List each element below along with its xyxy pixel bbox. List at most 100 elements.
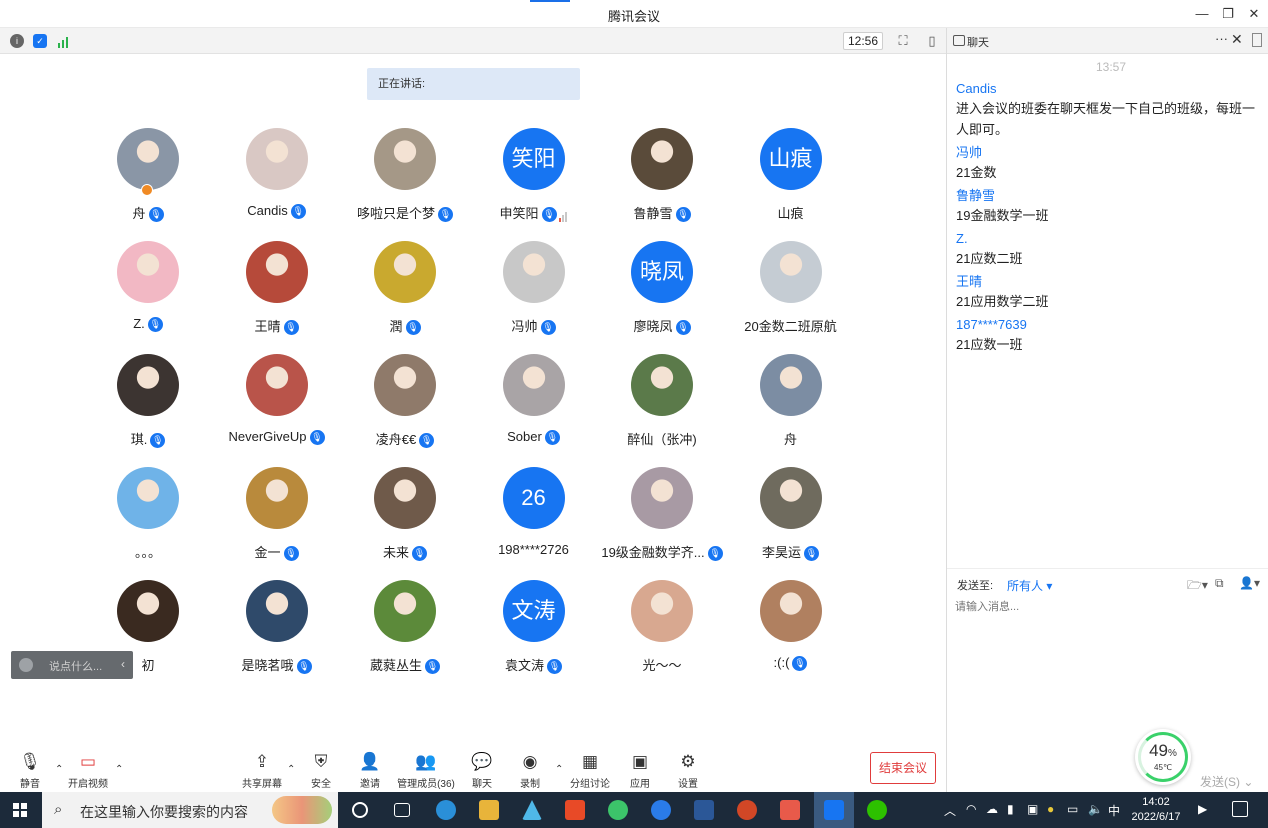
file-explorer-icon[interactable] [479,800,499,820]
participant-tile[interactable]: 26 198****2726 [470,467,598,567]
wechat-icon[interactable] [867,800,887,820]
participant-tile[interactable]: 王晴 🎙 [213,241,341,341]
participant-tile[interactable]: 。。。 [84,467,212,567]
fullscreen-icon[interactable]: ⛶ [895,33,911,49]
cortana-icon[interactable] [352,802,368,818]
participant-tile[interactable]: 未来 🎙 [341,467,469,567]
windows-start-icon[interactable] [13,803,27,817]
cloud-icon[interactable]: ☁ [986,802,998,816]
chat-sender[interactable]: 王晴 [956,273,1262,291]
tencent-meeting-icon[interactable] [824,800,844,820]
participant-tile[interactable]: Candis 🎙 [213,128,341,228]
restore-button[interactable]: ❐ [1218,4,1238,24]
chat-sender[interactable]: 鲁静雪 [956,187,1262,205]
participant-tile[interactable]: 笑阳 申笑阳 🎙 [470,128,598,228]
avatar [117,241,179,303]
chat-sender[interactable]: 187****7639 [956,316,1262,334]
participant-tile[interactable]: 舟 🎙 [84,128,212,228]
media-icon[interactable]: ▶ [1198,802,1207,816]
scissors-app-icon[interactable] [780,800,800,820]
task-view-icon[interactable] [394,803,410,817]
usb-icon[interactable]: ▮ [1007,802,1014,816]
ime-indicator[interactable]: 中 [1108,802,1120,819]
manage-members-button[interactable]: 👥 管理成员(36) [396,752,456,790]
participant-name: 舟 [783,432,797,447]
close-button[interactable]: ✕ [1244,4,1264,24]
microphone-icon: 🎙 [412,546,427,562]
participant-tile[interactable]: Z. 🎙 [84,241,212,341]
chat-sender[interactable]: Z. [956,230,1262,248]
sync-app-icon[interactable] [608,800,628,820]
chat-sender[interactable]: Candis [956,80,1262,98]
emoji-icon[interactable] [19,658,33,672]
invite-button[interactable]: 👤 邀请 [340,752,400,790]
powerpoint-icon[interactable] [737,800,757,820]
video-options-caret[interactable]: ⌃ [115,764,123,775]
folder-icon[interactable]: 🗁▾ [1187,576,1208,597]
feishu-icon[interactable] [651,800,671,820]
participant-tile[interactable]: 20金数二班原航 [727,241,855,341]
notification-icon[interactable] [1232,801,1248,817]
wifi-icon[interactable]: ◠ [966,802,976,816]
scrollbar[interactable] [1252,33,1262,47]
avatar [631,580,693,642]
mute-button[interactable]: 🎙 静音 [0,752,60,790]
participant-tile[interactable]: 光～～ [598,580,726,680]
participant-tile[interactable]: 醉仙（张冲) [598,354,726,454]
tray-expand-icon[interactable]: ︿ [944,802,956,819]
video-button[interactable]: ▭ 开启视频 [58,752,118,790]
send-to-select[interactable]: 所有人 ▾ [1007,577,1052,594]
participant-tile[interactable]: 冯帅 🎙 [470,241,598,341]
participant-name-row: :(:(🎙 [717,655,865,673]
info-icon[interactable]: i [10,34,24,48]
participant-tile[interactable]: Sober 🎙 [470,354,598,454]
shield-icon[interactable]: ✓ [33,34,47,48]
collapse-icon[interactable]: ‹ [121,657,125,671]
participant-tile[interactable]: 鲁静雪 🎙 [598,128,726,228]
battery-icon[interactable]: ▭ [1067,802,1078,816]
participant-tile[interactable]: 舟 [727,354,855,454]
participant-tile[interactable]: 19级金融数学齐... 🎙 [598,467,726,567]
participant-tile[interactable]: 是晓茗哦 🎙 [213,580,341,680]
taskbar-search[interactable]: ⌕ 在这里输入你要搜索的内容 [42,792,338,828]
user-icon[interactable]: 👤▾ [1239,576,1260,590]
participant-tile[interactable]: NeverGiveUp 🎙 [213,354,341,454]
share-screen-button[interactable]: ⇪ 共享屏幕 [232,752,292,790]
office-icon[interactable] [565,800,585,820]
quick-chat-box[interactable]: 说点什么... ‹ [11,651,133,679]
layout-icon[interactable]: ▯ [924,33,940,49]
end-meeting-button[interactable]: 结束会议 [870,752,936,784]
participant-name: 198****2726 [498,542,569,557]
participant-tile[interactable]: 哆啦只是个梦 🎙 [341,128,469,228]
record-button[interactable]: ◉ 录制 [500,752,560,790]
volume-icon[interactable]: 🔈 [1088,802,1103,816]
participant-tile[interactable]: 凌舟€€ 🎙 [341,354,469,454]
camera-off-icon: ▭ [79,752,97,771]
chat-input[interactable] [955,599,1255,615]
participant-tile[interactable]: 文涛 袁文涛 🎙 [470,580,598,680]
participant-tile[interactable]: 潤 🎙 [341,241,469,341]
send-button[interactable]: 发送(S) ⌄ [1200,773,1253,790]
more-icon[interactable]: ··· [1215,31,1228,46]
participant-tile[interactable]: 李昊运 🎙 [727,467,855,567]
app-triangle-icon[interactable] [522,800,542,820]
participant-tile[interactable]: :(:(🎙 [727,580,855,680]
taskbar-clock[interactable]: 14:02 2022/6/17 [1128,795,1184,825]
participant-tile[interactable]: 琪. 🎙 [84,354,212,454]
participant-name: 鲁静雪 [633,206,673,221]
signal-icon[interactable] [57,34,71,48]
screenshot-icon[interactable]: ⧉ [1215,576,1224,591]
tray-app-icon[interactable]: ▣ [1027,802,1038,816]
participant-tile[interactable]: 晓凤 廖晓凤 🎙 [598,241,726,341]
tray-color-icon[interactable]: ● [1047,802,1054,816]
chat-sender[interactable]: 冯帅 [956,144,1262,162]
edge-icon[interactable] [436,800,456,820]
participant-tile[interactable]: 金一 🎙 [213,467,341,567]
participant-tile[interactable]: 葳蕤丛生 🎙 [341,580,469,680]
participant-tile[interactable]: 山痕 山痕 [727,128,855,228]
close-chat-icon[interactable]: ✕ [1231,31,1243,48]
chat-header: 聊天 ··· ✕ [947,28,1268,54]
settings-button[interactable]: ⚙ 设置 [658,752,718,790]
minimize-button[interactable]: — [1192,4,1212,24]
word-icon[interactable] [694,800,714,820]
